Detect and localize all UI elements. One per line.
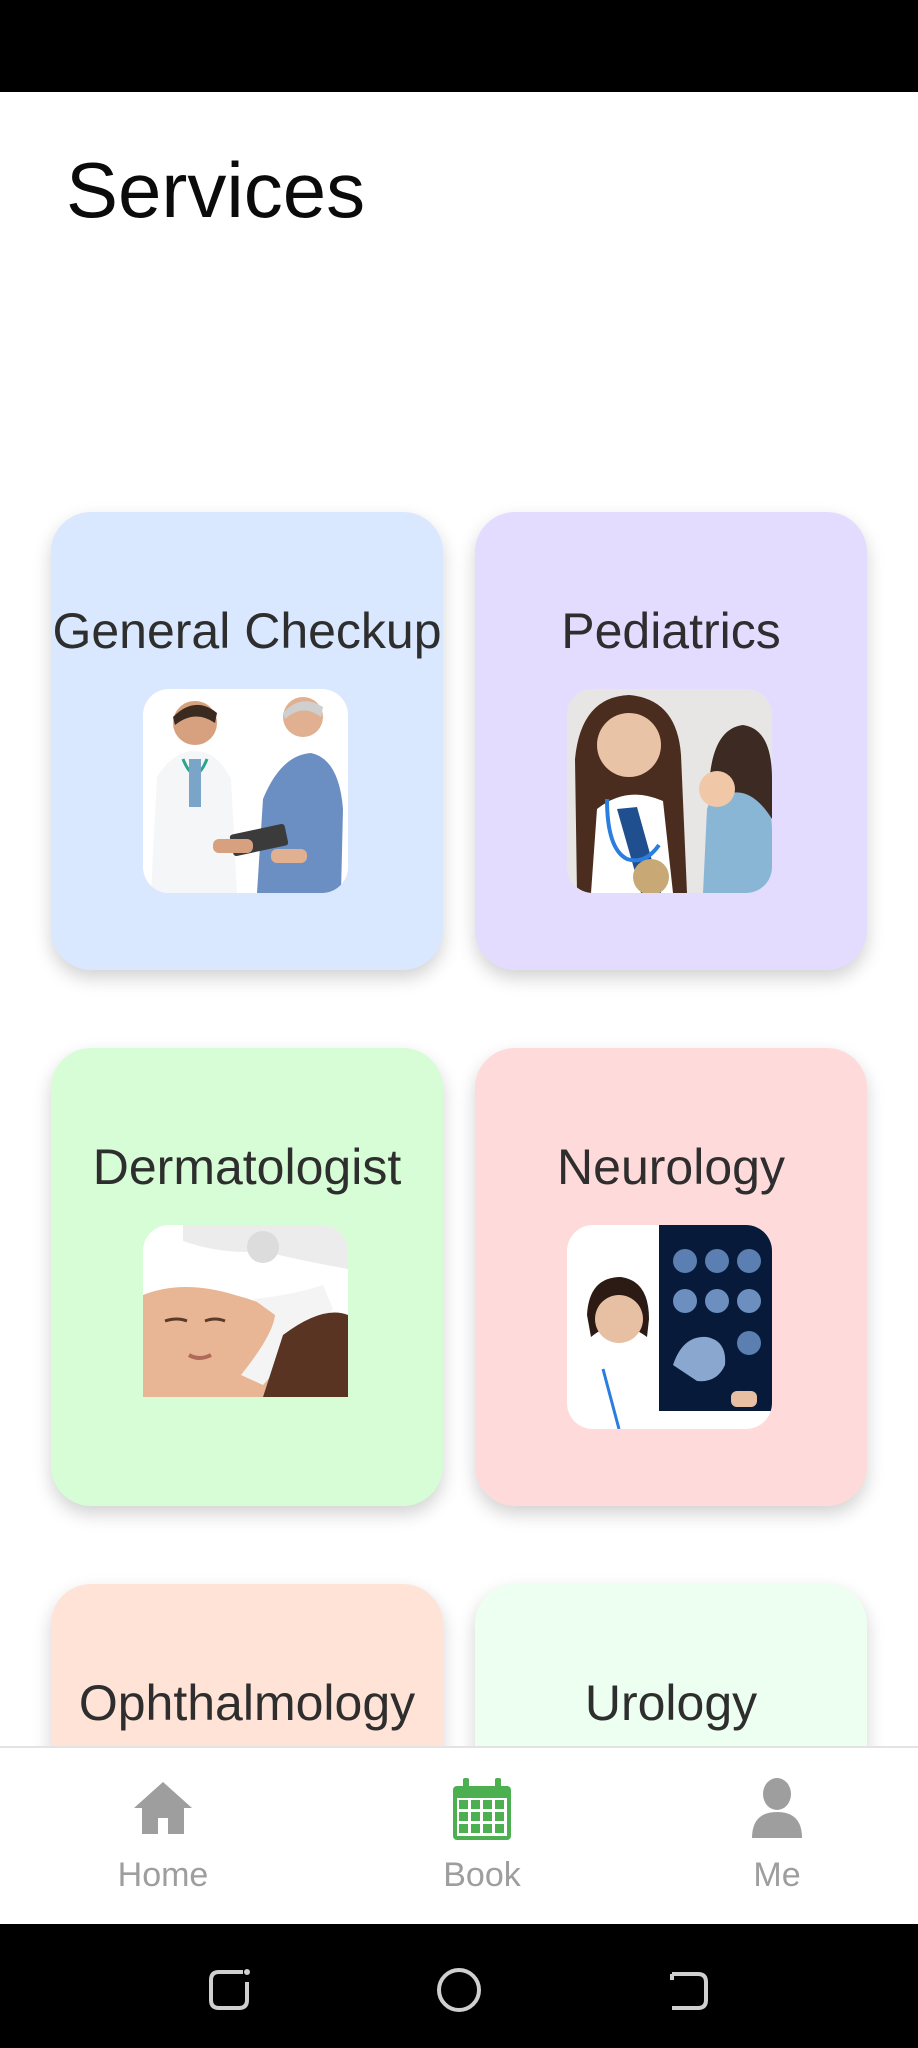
service-card-label: Neurology (557, 1139, 785, 1195)
service-card-neurology[interactable]: Neurology (475, 1048, 867, 1506)
bottom-nav: Home Book Me (0, 1746, 918, 1926)
nav-item-book[interactable]: Book (382, 1748, 582, 1926)
service-card-label: Ophthalmology (78, 1675, 416, 1731)
service-card-label: Urology (584, 1675, 758, 1731)
person-icon (752, 1778, 802, 1838)
calendar-icon (453, 1778, 511, 1840)
service-card-urology[interactable]: Urology (475, 1584, 867, 1746)
service-card-general-checkup[interactable]: General Checkup (51, 512, 443, 970)
services-grid[interactable]: General Checkup Pediatrics Dermatologist… (0, 92, 918, 1746)
status-bar (0, 0, 918, 92)
service-card-dermatologist[interactable]: Dermatologist (51, 1048, 443, 1506)
home-circle-icon[interactable] (429, 1960, 489, 2020)
service-card-label: General Checkup (52, 603, 442, 659)
nav-label-home: Home (117, 1856, 209, 1894)
service-card-ophthalmology[interactable]: Ophthalmology (51, 1584, 443, 1746)
back-icon[interactable] (658, 1960, 718, 2020)
service-card-label: Dermatologist (92, 1139, 402, 1195)
system-nav-bar (0, 1924, 918, 2048)
nav-item-home[interactable]: Home (63, 1748, 263, 1926)
nav-item-me[interactable]: Me (677, 1748, 877, 1926)
pediatrics-image (567, 689, 772, 893)
nav-label-book: Book (443, 1856, 521, 1894)
nav-label-me: Me (753, 1856, 801, 1894)
service-card-label: Pediatrics (561, 603, 781, 659)
neurology-image (567, 1225, 772, 1429)
recent-apps-icon[interactable] (199, 1960, 259, 2020)
service-card-pediatrics[interactable]: Pediatrics (475, 512, 867, 970)
general-checkup-image (143, 689, 348, 893)
dermatologist-image (143, 1225, 348, 1397)
home-icon (134, 1782, 192, 1834)
